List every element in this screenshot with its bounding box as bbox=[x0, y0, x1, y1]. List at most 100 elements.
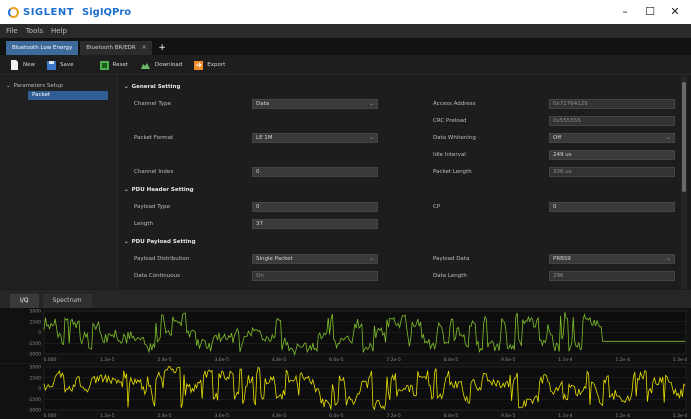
y-tick-label: 5000 bbox=[30, 365, 42, 371]
scrollbar-thumb[interactable] bbox=[682, 82, 686, 192]
x-tick-label: 1.2e-4 bbox=[616, 357, 631, 363]
download-button[interactable]: Download bbox=[140, 58, 182, 72]
payload-distribution-label: Payload Distribution bbox=[134, 256, 190, 262]
idle-interval-field[interactable]: 249 us bbox=[549, 150, 675, 160]
parameters-tree: ⌄ Parameters Setup Packet bbox=[0, 76, 118, 289]
download-button-label: Download bbox=[154, 61, 183, 68]
access-address-field[interactable]: 0x71764129 bbox=[549, 99, 675, 109]
siglent-logo-icon bbox=[8, 6, 19, 18]
chevron-down-icon: ⌄ bbox=[665, 255, 671, 262]
chevron-down-icon: ⌄ bbox=[124, 239, 129, 245]
channel-index-label: Channel Index bbox=[134, 169, 174, 175]
new-file-icon bbox=[11, 59, 18, 70]
export-button[interactable]: Export bbox=[194, 58, 225, 72]
data-length-label: Data Length bbox=[433, 273, 467, 279]
new-button[interactable]: New bbox=[10, 58, 35, 72]
packet-format-select[interactable]: LE 1M ⌄ bbox=[252, 133, 378, 143]
menu-file[interactable]: File bbox=[6, 27, 18, 35]
x-tick-label: 7.2e-5 bbox=[386, 357, 401, 363]
data-continuous-field[interactable]: On bbox=[252, 271, 378, 281]
save-icon bbox=[47, 60, 56, 70]
document-tab-bar: Bluetooth Low Energy Bluetooth BR/EDR ✕ … bbox=[0, 38, 691, 55]
x-tick-label: 1.2e-4 bbox=[616, 413, 631, 419]
crc-preload-label: CRC Preload bbox=[433, 118, 467, 124]
chevron-down-icon: ⌄ bbox=[124, 84, 129, 90]
chevron-down-icon: ⌄ bbox=[124, 187, 129, 193]
data-continuous-label: Data Continuous bbox=[134, 273, 180, 279]
i-waveform-svg: 5000 2500 0 -2500 -50000.000 1.2e-5 2.4e-5 3.6e… bbox=[28, 309, 688, 364]
section-title: General Setting bbox=[131, 84, 181, 90]
x-tick-label: 2.4e-5 bbox=[157, 357, 172, 363]
crc-preload-field[interactable]: 0x555555 bbox=[549, 116, 675, 126]
tab-label: Bluetooth BR/EDR bbox=[86, 45, 136, 51]
length-field[interactable]: 37 bbox=[252, 219, 378, 229]
save-button-label: Save bbox=[60, 61, 74, 68]
tab-label: Bluetooth Low Energy bbox=[12, 45, 73, 51]
view-tab-bar: I/Q Spectrum bbox=[0, 290, 691, 308]
minimize-button[interactable]: – bbox=[617, 4, 633, 20]
channel-index-field[interactable]: 0 bbox=[252, 167, 378, 177]
menu-help[interactable]: Help bbox=[51, 27, 67, 35]
x-tick-label: 0.000 bbox=[44, 413, 57, 419]
y-tick-label: 0 bbox=[38, 386, 41, 392]
reset-button[interactable]: Reset bbox=[99, 58, 128, 72]
x-tick-label: 2.4e-5 bbox=[157, 413, 172, 419]
tab-bluetooth-le[interactable]: Bluetooth Low Energy bbox=[6, 41, 79, 55]
maximize-button[interactable]: ☐ bbox=[642, 4, 658, 20]
chevron-down-icon: ⌄ bbox=[665, 134, 671, 141]
x-tick-label: 9.6e-5 bbox=[501, 357, 516, 363]
menu-tools[interactable]: Tools bbox=[26, 27, 43, 35]
new-button-label: New bbox=[23, 61, 35, 68]
i-waveform-plot[interactable]: 5000 2500 0 -2500 -5000 0.000 1.2e-5 2.4e-5 3.6e… bbox=[0, 308, 691, 363]
general-setting-header[interactable]: ⌄ General Setting bbox=[124, 84, 180, 90]
chevron-down-icon: ⌄ bbox=[368, 134, 374, 141]
length-label: Length bbox=[134, 221, 153, 227]
channel-type-select[interactable]: Data ⌄ bbox=[252, 99, 378, 109]
app-title: SigIQPro bbox=[82, 6, 132, 18]
x-tick-label: 6.0e-5 bbox=[329, 413, 344, 419]
x-tick-label: 3.6e-5 bbox=[215, 413, 230, 419]
pdu-payload-setting-header[interactable]: ⌄ PDU Payload Setting bbox=[124, 239, 196, 245]
payload-data-label: Payload Data bbox=[433, 256, 470, 262]
tab-spectrum[interactable]: Spectrum bbox=[42, 294, 92, 308]
channel-type-label: Channel Type bbox=[134, 101, 171, 107]
tab-bluetooth-br-edr[interactable]: Bluetooth BR/EDR ✕ bbox=[80, 41, 153, 55]
tree-item-packet[interactable]: Packet bbox=[28, 91, 108, 100]
x-tick-label: 6.0e-5 bbox=[329, 357, 344, 363]
channel-type-value: Data bbox=[256, 101, 270, 107]
add-tab-button[interactable]: + bbox=[154, 41, 170, 55]
tree-root-parameters-setup[interactable]: ⌄ Parameters Setup bbox=[6, 83, 63, 89]
reset-button-label: Reset bbox=[112, 61, 128, 68]
data-whitening-select[interactable]: Off ⌄ bbox=[549, 133, 675, 143]
packet-format-label: Packet Format bbox=[134, 135, 174, 141]
cp-field[interactable]: 0 bbox=[549, 202, 675, 212]
properties-scrollbar[interactable] bbox=[681, 76, 687, 289]
x-tick-label: 7.2e-5 bbox=[386, 413, 401, 419]
properties-panel: ⌄ General Setting Channel Type Data ⌄ Ac… bbox=[119, 76, 681, 289]
x-tick-label: 4.8e-5 bbox=[272, 413, 287, 419]
payload-type-field[interactable]: 0 bbox=[252, 202, 378, 212]
close-button[interactable]: ✕ bbox=[667, 4, 683, 20]
packet-length-field[interactable]: 336 us bbox=[549, 167, 675, 177]
reset-icon bbox=[99, 60, 109, 70]
payload-type-label: Payload Type bbox=[134, 204, 170, 210]
x-tick-label: 1.3e-4 bbox=[673, 357, 688, 363]
packet-length-label: Packet Length bbox=[433, 169, 472, 175]
close-tab-icon[interactable]: ✕ bbox=[142, 41, 147, 55]
title-bar: SIGLENT SigIQPro – ☐ ✕ bbox=[0, 0, 691, 24]
tab-iq[interactable]: I/Q bbox=[10, 294, 39, 308]
x-tick-label: 1.1e-4 bbox=[558, 413, 573, 419]
pdu-header-setting-header[interactable]: ⌄ PDU Header Setting bbox=[124, 187, 194, 193]
chevron-down-icon[interactable]: ⌄ bbox=[6, 83, 11, 89]
x-tick-label: 8.4e-5 bbox=[444, 413, 459, 419]
y-tick-label: 5000 bbox=[30, 309, 42, 315]
x-tick-label: 4.8e-5 bbox=[272, 357, 287, 363]
x-tick-label: 0.000 bbox=[44, 357, 57, 363]
section-title: PDU Header Setting bbox=[131, 187, 194, 193]
payload-data-select[interactable]: PRBS9 ⌄ bbox=[549, 254, 675, 264]
save-button[interactable]: Save bbox=[47, 58, 74, 72]
data-length-field[interactable]: 296 bbox=[549, 271, 675, 281]
payload-distribution-select[interactable]: Single Packet ⌄ bbox=[252, 254, 378, 264]
q-waveform-plot[interactable]: 5000 2500 0 -2500 -5000 0.000 1.2e-5 2.4e-5 3.6e… bbox=[0, 364, 691, 419]
y-tick-label: -2500 bbox=[28, 341, 41, 347]
